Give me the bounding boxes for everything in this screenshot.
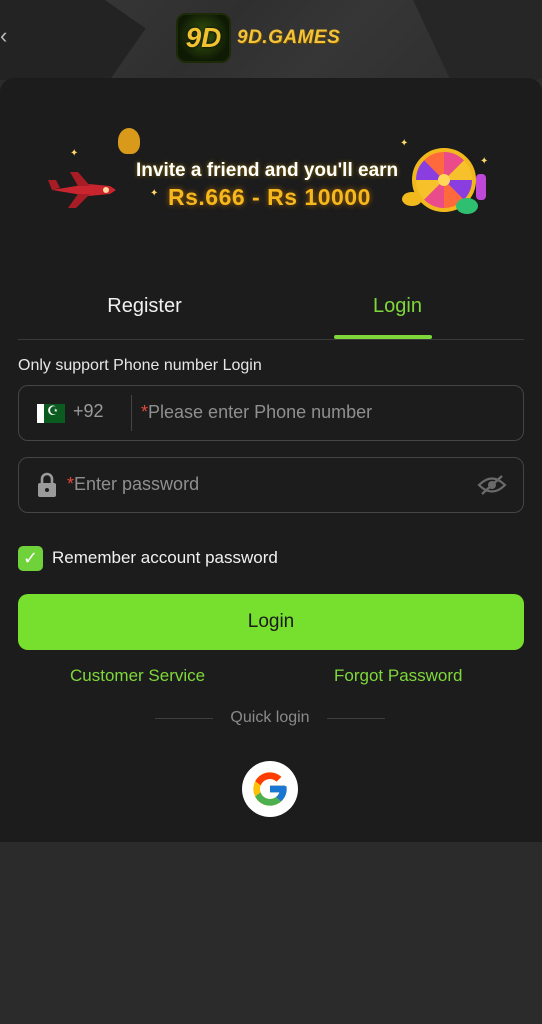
remember-option[interactable]: ✓ Remember account password: [18, 545, 278, 571]
banner-headline: Invite a friend and you'll earn: [136, 160, 399, 181]
sparkle-icon: ✦: [480, 156, 489, 167]
forgot-password-link[interactable]: Forgot Password: [334, 666, 463, 686]
password-input[interactable]: *Enter password: [67, 474, 199, 495]
google-login-button[interactable]: [242, 761, 298, 817]
back-chevron-icon[interactable]: ‹: [0, 22, 10, 50]
login-card: ✦ ✦ ✦ ✦ Invite a friend and you'll earn …: [0, 78, 542, 842]
password-placeholder: Enter password: [74, 474, 200, 494]
login-hint: Only support Phone number Login: [18, 357, 262, 374]
banner-amount: Rs.666 - Rs 10000: [168, 184, 371, 210]
active-tab-indicator: [334, 335, 432, 339]
quick-login-divider: Quick login: [155, 708, 385, 728]
balloon-icon: [118, 128, 140, 154]
remember-checkbox[interactable]: ✓: [18, 545, 43, 571]
chip-icon: [456, 198, 478, 214]
google-icon: [253, 772, 287, 806]
tab-register[interactable]: Register: [18, 284, 271, 340]
app-logo: 9D 9D.GAMES: [176, 12, 366, 64]
header-decoration: [0, 0, 146, 80]
sparkle-icon: ✦: [150, 188, 159, 199]
tab-login[interactable]: Login: [271, 284, 524, 340]
chip-stack-icon: [476, 174, 486, 200]
required-mark: *: [141, 402, 149, 422]
password-field[interactable]: *Enter password: [18, 457, 524, 513]
phone-field[interactable]: +92 *Please enter Phone number: [18, 385, 524, 441]
pakistan-flag-icon[interactable]: [37, 403, 65, 423]
remember-label: Remember account password: [52, 548, 278, 567]
required-mark: *: [67, 474, 75, 494]
sparkle-icon: ✦: [70, 148, 79, 159]
customer-service-link[interactable]: Customer Service: [70, 666, 205, 686]
logo-text: 9D.GAMES: [237, 27, 341, 48]
field-divider: [131, 395, 132, 431]
eye-hidden-icon[interactable]: [477, 474, 507, 496]
sparkle-icon: ✦: [400, 138, 409, 149]
auth-tabs: Register Login: [18, 284, 524, 340]
phone-input[interactable]: *Please enter Phone number: [141, 402, 372, 423]
top-bar: ‹ 9D 9D.GAMES: [0, 0, 542, 80]
login-button[interactable]: Login: [18, 594, 524, 650]
lock-icon: [38, 472, 56, 497]
header-decoration: [411, 0, 542, 80]
logo-badge: 9D: [176, 13, 231, 63]
divider-line: [327, 718, 385, 719]
coin-icon: [402, 192, 422, 206]
invite-banner[interactable]: ✦ ✦ ✦ ✦ Invite a friend and you'll earn …: [40, 118, 500, 228]
phone-placeholder: Please enter Phone number: [148, 402, 373, 422]
country-code[interactable]: +92: [73, 401, 104, 422]
airplane-icon: [48, 172, 116, 208]
